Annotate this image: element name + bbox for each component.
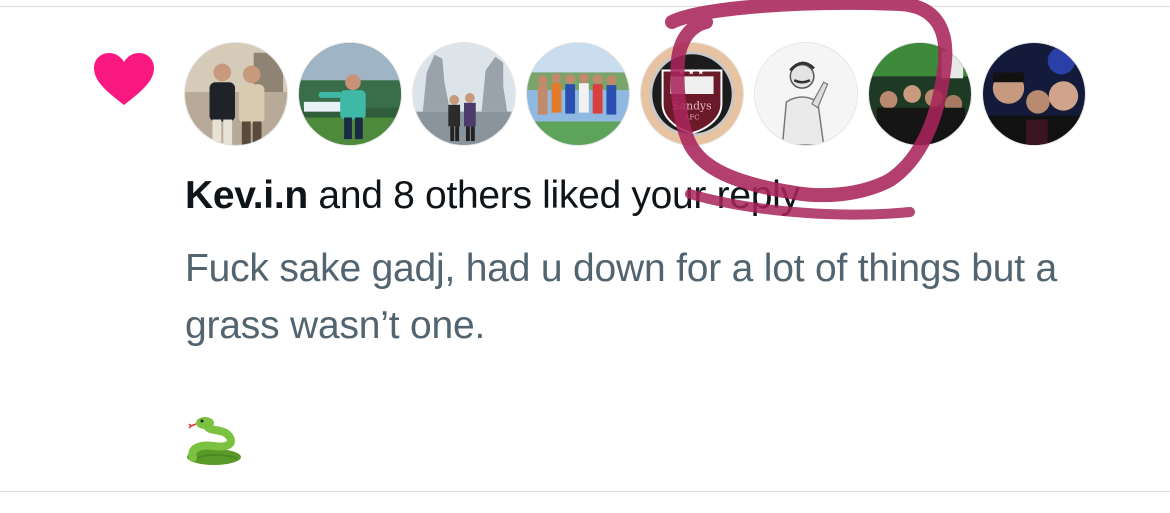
avatar[interactable]	[754, 42, 858, 146]
avatar[interactable]	[184, 42, 288, 146]
svg-text:★ ★ ★: ★ ★ ★	[678, 67, 704, 76]
avatar[interactable]	[868, 42, 972, 146]
snake-emoji	[187, 417, 241, 465]
liked-text: and 8 others liked your reply	[307, 174, 800, 217]
heart-icon	[94, 53, 154, 105]
top-divider	[0, 6, 1170, 7]
avatar[interactable]	[412, 42, 516, 146]
liker-avatars: ★ ★ ★ Sandys AFC	[184, 42, 1086, 146]
crest-subtitle: AFC	[684, 114, 700, 122]
avatar[interactable]	[298, 42, 402, 146]
avatar[interactable]	[526, 42, 630, 146]
reply-text: Fuck sake gadj, had u down for a lot of …	[185, 247, 1057, 347]
liker-name[interactable]: Kev.i.n	[185, 174, 308, 217]
bottom-divider	[0, 491, 1170, 492]
avatar[interactable]: ★ ★ ★ Sandys AFC	[640, 42, 744, 146]
like-summary[interactable]: Kev.i.n and 8 others liked your reply	[185, 174, 800, 218]
notification-card[interactable]: ★ ★ ★ Sandys AFC Kev.i.n and 8 others li…	[0, 0, 1170, 513]
avatar[interactable]	[982, 42, 1086, 146]
crest-title: Sandys	[672, 100, 711, 113]
